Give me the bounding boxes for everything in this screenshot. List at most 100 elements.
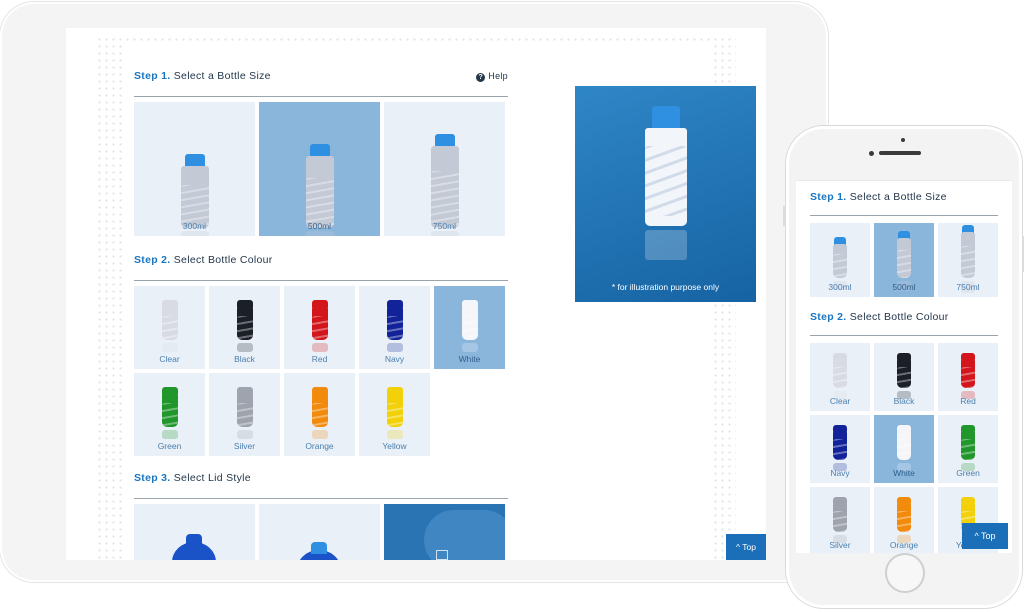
bottle-grip <box>161 316 178 340</box>
bottle-grip <box>236 316 253 340</box>
bottle-grip <box>833 254 847 278</box>
bottle-grip <box>897 511 911 532</box>
lid-option-3[interactable] <box>384 504 505 560</box>
bottle-reflection <box>311 430 328 439</box>
colour-option-navy[interactable]: Navy <box>359 286 430 369</box>
colour-option-clear[interactable]: Clear <box>134 286 205 369</box>
bottle-grip <box>236 403 253 427</box>
bottle-grip <box>430 170 459 228</box>
bottle-reflection <box>461 343 478 352</box>
size-label: 750ml <box>432 221 457 231</box>
bottle-reflection <box>386 430 403 439</box>
mute-switch <box>783 206 786 226</box>
step1-title: Select a Bottle Size <box>173 70 271 82</box>
colour-option-white[interactable]: White <box>434 286 505 369</box>
phone-colour-option-white[interactable]: White <box>874 415 934 483</box>
phone-colour-label: Green <box>956 468 980 478</box>
colour-option-green[interactable]: Green <box>134 373 205 456</box>
phone-screen: Step 1. Select a Bottle Size 300ml 500ml 7… <box>796 180 1012 553</box>
colour-option-red[interactable]: Red <box>284 286 355 369</box>
bottle-grip <box>311 316 328 340</box>
phone-device: Step 1. Select a Bottle Size 300ml 500ml 7… <box>783 126 1024 608</box>
home-button[interactable] <box>885 553 925 593</box>
phone-colour-option-green[interactable]: Green <box>938 415 998 483</box>
phone-colour-option-black[interactable]: Black <box>874 343 934 411</box>
phone-back-to-top-button[interactable]: ^ Top <box>962 523 1008 549</box>
phone-size-label: 300ml <box>828 282 852 292</box>
bottle-grip <box>897 250 911 278</box>
colour-label: Silver <box>233 441 256 451</box>
colour-option-orange[interactable]: Orange <box>284 373 355 456</box>
phone-colour-label: Black <box>893 396 915 406</box>
colour-label: Clear <box>159 354 180 364</box>
phone-colour-option-red[interactable]: Red <box>938 343 998 411</box>
bottle-grip <box>461 316 478 340</box>
bottle-reflection <box>311 343 328 352</box>
bottle-grip <box>897 367 911 388</box>
phone-step2-title: Select Bottle Colour <box>849 311 949 323</box>
phone-colour-option-navy[interactable]: Navy <box>810 415 870 483</box>
lid-option-2[interactable] <box>259 504 380 560</box>
bottle-reflection <box>644 230 687 260</box>
help-label: Help <box>488 71 508 81</box>
phone-colour-label: Clear <box>829 396 851 406</box>
bottle-preview: * for illustration purpose only <box>575 86 756 302</box>
bottle-grip <box>897 439 911 460</box>
step1-heading: Step 1. Select a Bottle Size ? Help <box>134 70 508 97</box>
colour-option-yellow[interactable]: Yellow <box>359 373 430 456</box>
phone-colour-label: Silver <box>829 540 851 550</box>
bottle-grip <box>386 316 403 340</box>
bottle-reflection <box>161 430 178 439</box>
illustration-note: * for illustration purpose only <box>611 282 720 292</box>
size-option-500ml[interactable]: 500ml <box>259 102 380 236</box>
lid-spout <box>311 542 327 554</box>
phone-step1-heading: Step 1. Select a Bottle Size <box>810 191 998 216</box>
phone-step2-number: Step 2. <box>810 311 847 323</box>
colour-option-silver[interactable]: Silver <box>209 373 280 456</box>
colour-label: Green <box>157 441 182 451</box>
phone-size-option-750ml[interactable]: 750ml <box>938 223 998 297</box>
bottle-reflection <box>430 231 459 236</box>
phone-colour-label: Red <box>960 396 976 406</box>
phone-step1-number: Step 1. <box>810 191 847 203</box>
size-label: 300ml <box>182 221 207 231</box>
colour-label: White <box>458 354 481 364</box>
bottle-reflection <box>236 343 253 352</box>
bottle-grip <box>833 367 847 388</box>
phone-step2-heading: Step 2. Select Bottle Colour <box>810 311 998 336</box>
bottle-grip <box>161 403 178 427</box>
phone-colour-option-orange[interactable]: Orange <box>874 487 934 553</box>
phone-sensor <box>901 138 905 142</box>
bottle-grip <box>644 146 687 216</box>
phone-colour-option-clear[interactable]: Clear <box>810 343 870 411</box>
phone-colour-label: Navy <box>830 468 850 478</box>
tablet-screen: Step 1. Select a Bottle Size ? Help 300ml… <box>66 28 766 560</box>
back-to-top-button[interactable]: ^ Top <box>726 534 766 560</box>
size-option-300ml[interactable]: 300ml <box>134 102 255 236</box>
phone-size-option-500ml[interactable]: 500ml <box>874 223 934 297</box>
help-link[interactable]: ? Help <box>476 71 508 82</box>
step3-number: Step 3. <box>134 472 171 484</box>
bottle-reflection <box>305 231 334 236</box>
phone-colour-option-silver[interactable]: Silver <box>810 487 870 553</box>
lid-option-1[interactable] <box>134 504 255 560</box>
bottle-configurator: Step 1. Select a Bottle Size ? Help 300ml… <box>122 42 756 560</box>
step1-number: Step 1. <box>134 70 171 82</box>
colour-option-black[interactable]: Black <box>209 286 280 369</box>
phone-size-option-300ml[interactable]: 300ml <box>810 223 870 297</box>
phone-speaker <box>879 151 921 155</box>
step3-heading: Step 3. Select Lid Style <box>134 472 508 499</box>
size-option-750ml[interactable]: 750ml <box>384 102 505 236</box>
step3-title: Select Lid Style <box>173 472 251 484</box>
phone-size-label: 500ml <box>892 282 916 292</box>
colour-label: Black <box>234 354 255 364</box>
lid-spout <box>186 534 202 546</box>
phone-colour-label: Orange <box>889 540 919 550</box>
step2-heading: Step 2. Select Bottle Colour <box>134 254 508 281</box>
bottle-grip <box>833 439 847 460</box>
bottle-grip <box>386 403 403 427</box>
colour-label: Red <box>311 354 328 364</box>
bottle-cap <box>651 106 680 130</box>
bottle-reflection <box>236 430 253 439</box>
step2-number: Step 2. <box>134 254 171 266</box>
